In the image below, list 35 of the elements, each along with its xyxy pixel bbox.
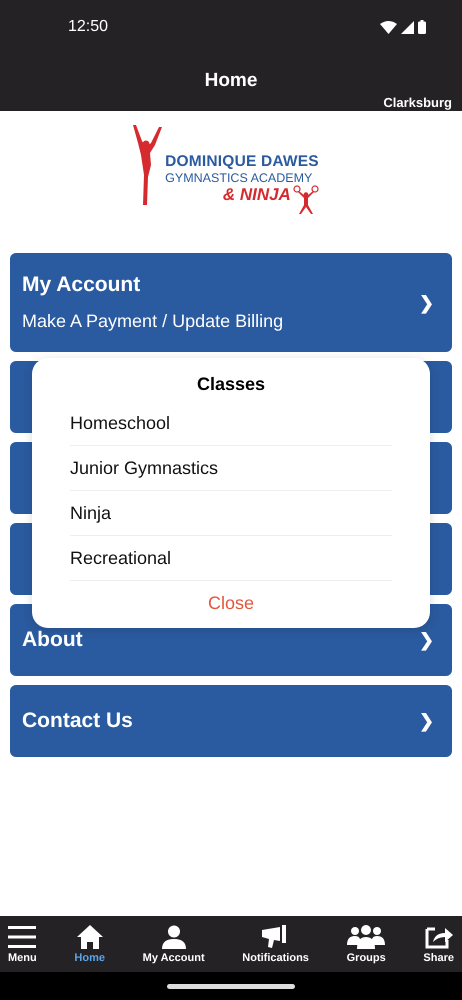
chevron-icon: ❯	[419, 629, 434, 651]
share-icon	[424, 924, 453, 948]
dialog-title: Classes	[196, 374, 266, 395]
person-icon	[160, 924, 187, 948]
menu-card[interactable]: My Account Make A Payment / Update Billing ❯	[10, 253, 452, 352]
wifi-icon	[380, 20, 397, 34]
class-option[interactable]: Junior Gymnastics	[70, 446, 392, 491]
tab-item[interactable]: Notifications	[242, 924, 309, 964]
logo-subtitle: GYMNASTICS ACADEMY	[165, 171, 314, 185]
signal-icon	[401, 20, 414, 34]
page-title: Home	[204, 70, 258, 92]
battery-icon	[418, 20, 426, 34]
card-title: My Account	[22, 273, 142, 297]
logo-ninja-text: & NINJA	[222, 185, 291, 205]
tab-item[interactable]: Menu	[8, 924, 37, 964]
class-option[interactable]: Recreational	[70, 536, 392, 581]
tab-item[interactable]: My Account	[142, 924, 205, 964]
group-icon	[347, 924, 386, 948]
chevron-icon: ❯	[419, 710, 434, 732]
logo-title: DOMINIQUE DAWES	[165, 153, 319, 171]
class-option[interactable]: Homeschool	[70, 401, 392, 446]
card-title: Contact Us	[22, 709, 133, 733]
card-subtitle: Make A Payment / Update Billing	[22, 311, 284, 332]
tab-item[interactable]: Groups	[346, 924, 386, 964]
status-time: 12:50	[68, 18, 108, 36]
class-option[interactable]: Ninja	[70, 491, 392, 536]
chevron-icon: ❯	[419, 292, 434, 314]
menu-card[interactable]: Contact Us ❯	[10, 685, 452, 757]
location-label[interactable]: Clarksburg	[383, 95, 452, 110]
menu-icon	[8, 924, 36, 948]
ninja-figure-icon	[292, 185, 319, 215]
card-title: About	[22, 628, 83, 652]
tab-item[interactable]: Home	[74, 924, 105, 964]
tab-item[interactable]: Share	[423, 924, 454, 964]
home-icon	[76, 924, 103, 948]
